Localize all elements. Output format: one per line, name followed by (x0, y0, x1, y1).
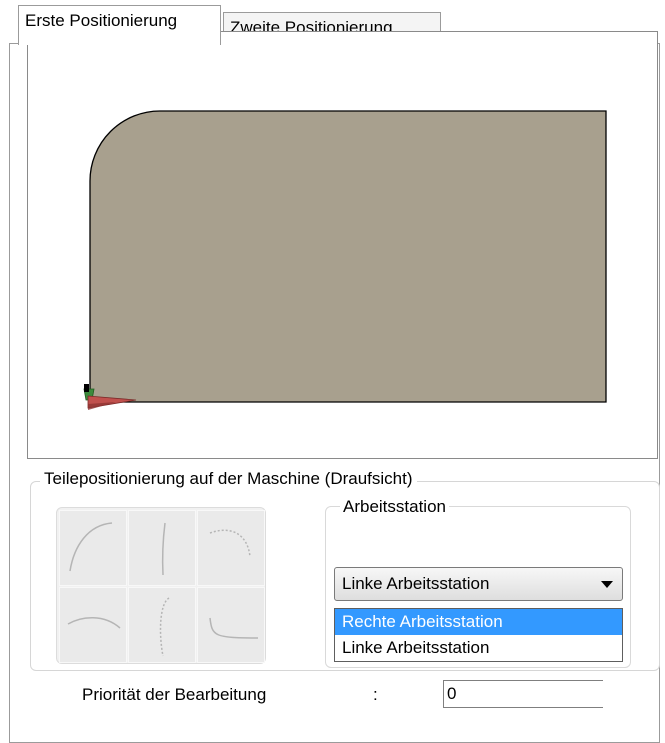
curve-bottom-center-icon[interactable] (128, 587, 196, 663)
workstation-selected-value: Linke Arbeitsstation (342, 574, 490, 593)
positioning-title: Teilepositionierung auf der Maschine (Dr… (40, 469, 417, 489)
dropdown-option-rechte[interactable]: Rechte Arbeitsstation (335, 609, 622, 635)
curve-bottom-left-icon[interactable] (59, 587, 127, 663)
dropdown-option-linke[interactable]: Linke Arbeitsstation (335, 635, 622, 661)
priority-separator: : (373, 685, 378, 704)
part-viewport[interactable] (27, 31, 658, 459)
workstation-title: Arbeitsstation (340, 497, 449, 517)
part-drawing (83, 110, 607, 410)
tab-erste-positionierung[interactable]: Erste Positionierung (18, 5, 221, 45)
curve-bottom-right-icon[interactable] (197, 587, 265, 663)
workstation-select[interactable]: Linke Arbeitsstation (334, 567, 623, 601)
positioning-grid (56, 507, 266, 664)
part-shape (89, 110, 607, 403)
priority-input[interactable]: 0 (443, 680, 603, 708)
chevron-down-icon (601, 581, 613, 588)
curve-top-center-icon[interactable] (128, 510, 196, 586)
tab-label: Erste Positionierung (25, 11, 178, 30)
workstation-dropdown-list: Rechte Arbeitsstation Linke Arbeitsstati… (334, 608, 623, 662)
curve-top-right-icon[interactable] (197, 510, 265, 586)
curve-top-left-icon[interactable] (59, 510, 127, 586)
priority-label: Priorität der Bearbeitung (82, 685, 267, 704)
